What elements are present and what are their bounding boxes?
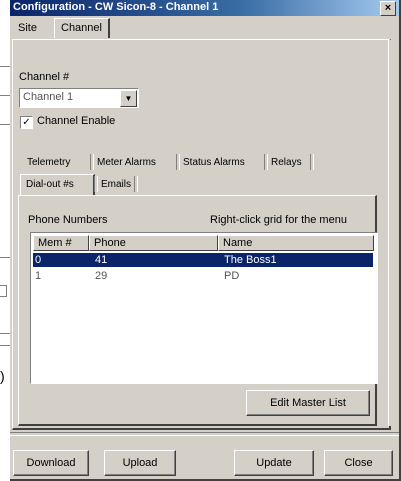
footer-divider — [10, 432, 399, 436]
tab-divider — [134, 176, 138, 192]
column-header-mem[interactable]: Mem # — [33, 235, 89, 251]
grid-menu-hint: Right-click grid for the menu — [210, 214, 347, 226]
tab-meter-alarms[interactable]: Meter Alarms — [94, 156, 159, 169]
background-widget — [0, 285, 7, 297]
background-app-edge — [0, 0, 10, 481]
tab-dial-out[interactable]: Dial-out #s — [23, 178, 77, 191]
table-row[interactable]: 1 29 PD — [33, 269, 373, 283]
background-divider — [0, 95, 10, 96]
channel-select-value: Channel 1 — [23, 91, 74, 103]
channel-enable-label: Channel Enable — [37, 115, 116, 127]
close-button[interactable]: Close — [324, 450, 393, 476]
grid-header: Mem # Phone Name — [33, 235, 374, 251]
channel-number-label: Channel # — [19, 71, 70, 83]
background-text: ) — [0, 368, 5, 384]
cell-name: The Boss1 — [224, 254, 277, 266]
phone-numbers-label: Phone Numbers — [28, 214, 108, 226]
background-divider — [0, 333, 10, 334]
channel-select[interactable]: Channel 1 ▼ — [19, 88, 139, 108]
cell-name: PD — [224, 270, 240, 282]
cell-phone: 41 — [95, 254, 108, 266]
tab-telemetry[interactable]: Telemetry — [24, 156, 73, 169]
background-divider — [0, 66, 10, 67]
phone-grid[interactable]: Mem # Phone Name 0 41 The Boss1 1 29 PD — [30, 232, 378, 384]
configuration-window: Configuration - CW Sicon-8 - Channel 1 ×… — [10, 0, 401, 481]
edit-master-list-button[interactable]: Edit Master List — [246, 390, 370, 416]
column-header-name[interactable]: Name — [218, 235, 374, 251]
cell-mem: 1 — [35, 270, 42, 282]
tab-channel[interactable]: Channel — [54, 18, 110, 38]
panel-scrollbar[interactable] — [388, 40, 397, 426]
column-header-phone[interactable]: Phone — [89, 235, 218, 251]
window-title: Configuration - CW Sicon-8 - Channel 1 — [13, 1, 219, 13]
upload-button[interactable]: Upload — [104, 450, 176, 476]
tab-status-alarms[interactable]: Status Alarms — [180, 156, 248, 169]
close-window-button[interactable]: × — [380, 1, 396, 16]
chevron-down-icon[interactable]: ▼ — [120, 90, 137, 107]
tab-site[interactable]: Site — [14, 20, 41, 36]
cell-mem: 0 — [35, 254, 42, 266]
background-divider — [0, 124, 10, 125]
download-button[interactable]: Download — [13, 450, 89, 476]
background-divider — [0, 345, 10, 346]
tab-emails[interactable]: Emails — [98, 178, 134, 191]
update-button[interactable]: Update — [234, 450, 314, 476]
tab-relays[interactable]: Relays — [268, 156, 305, 169]
title-bar[interactable]: Configuration - CW Sicon-8 - Channel 1 × — [10, 0, 399, 16]
cell-phone: 29 — [95, 270, 108, 282]
tab-divider — [310, 154, 314, 170]
channel-enable-checkbox[interactable]: ✓ — [20, 116, 33, 129]
background-divider — [0, 257, 10, 258]
table-row[interactable]: 0 41 The Boss1 — [33, 253, 373, 267]
